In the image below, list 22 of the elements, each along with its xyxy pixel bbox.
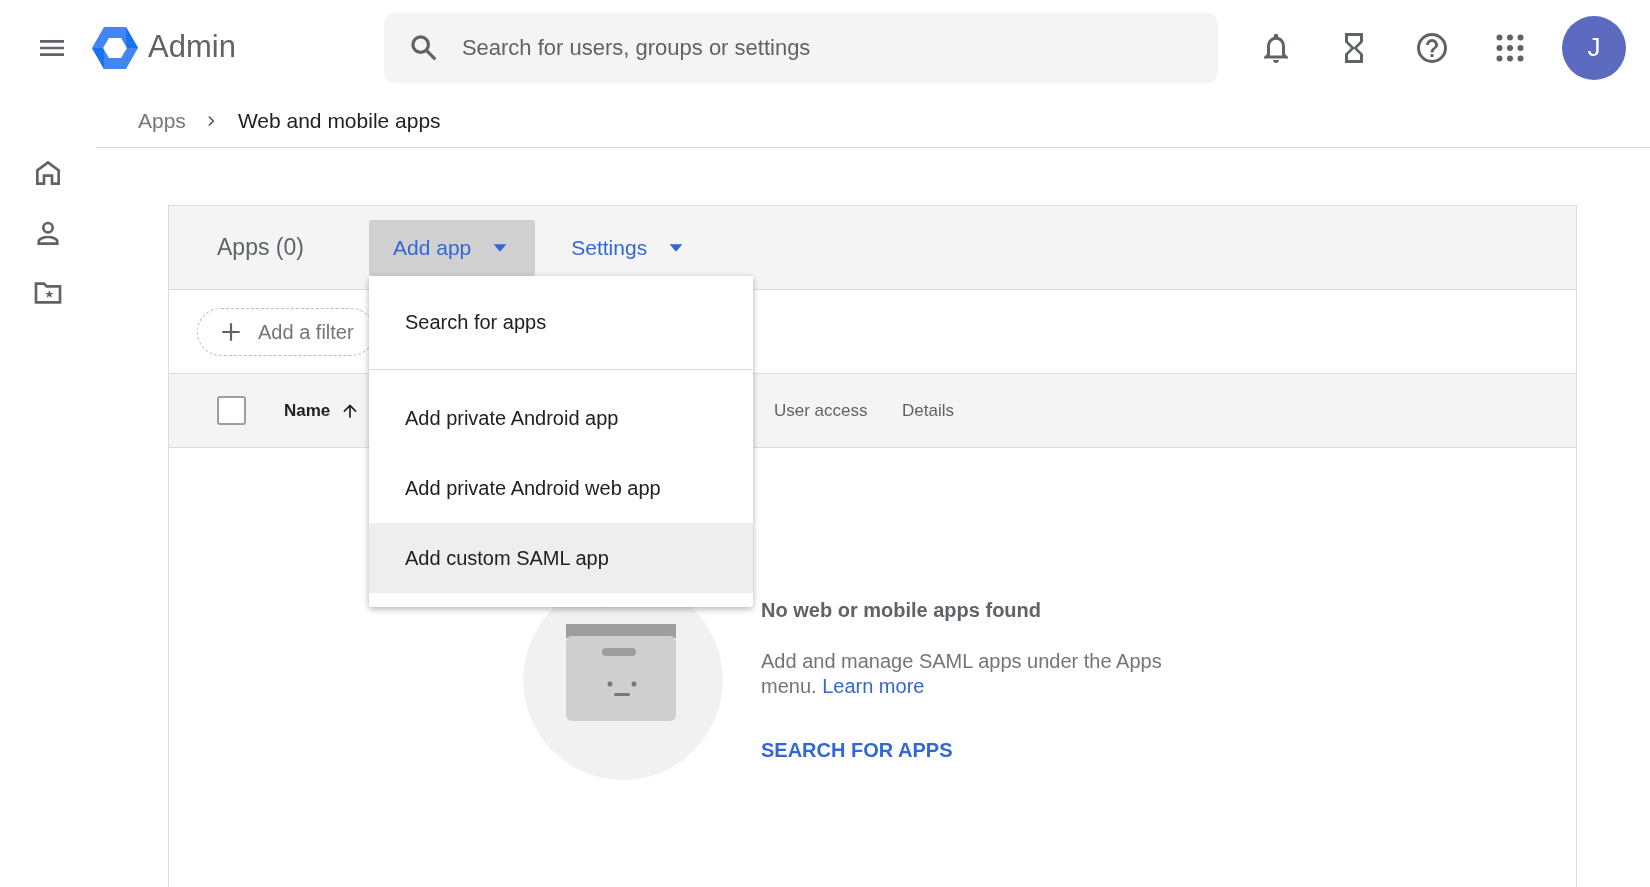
breadcrumb-link[interactable]: Apps (138, 105, 186, 137)
menu-item[interactable]: Add private Android app (369, 382, 753, 453)
hexagon-logo-icon (92, 26, 138, 69)
account-avatar[interactable]: J (1562, 15, 1626, 80)
column-header[interactable]: User access (774, 397, 868, 424)
dropdown-button[interactable]: Add app (369, 219, 536, 276)
column-header[interactable]: Name (284, 397, 361, 424)
search-bar[interactable]: Search for users, groups or settings (383, 12, 1218, 83)
empty-state-description: Add and manage SAML apps under the Apps menu. Learn more (761, 649, 1163, 699)
empty-state-title: No web or mobile apps found (761, 598, 1041, 623)
search-for-apps-button[interactable]: SEARCH FOR APPS (761, 735, 953, 765)
panel-title: Apps (0) (217, 233, 305, 263)
menu-item[interactable]: Search for apps (369, 275, 753, 369)
breadcrumb-current: Web and mobile apps (237, 108, 441, 135)
search-field[interactable]: Search for users, groups or settings (459, 30, 1194, 65)
app-title: Admin (148, 28, 236, 67)
column-header[interactable]: Details (902, 397, 954, 424)
dropdown-button[interactable]: Settings (547, 219, 712, 276)
menu-item[interactable]: Add private Android web app (369, 452, 753, 523)
learn-more-link[interactable]: Learn more (822, 675, 925, 697)
menu-item[interactable]: Add custom SAML app (369, 522, 753, 593)
select-all-checkbox[interactable] (217, 396, 246, 425)
